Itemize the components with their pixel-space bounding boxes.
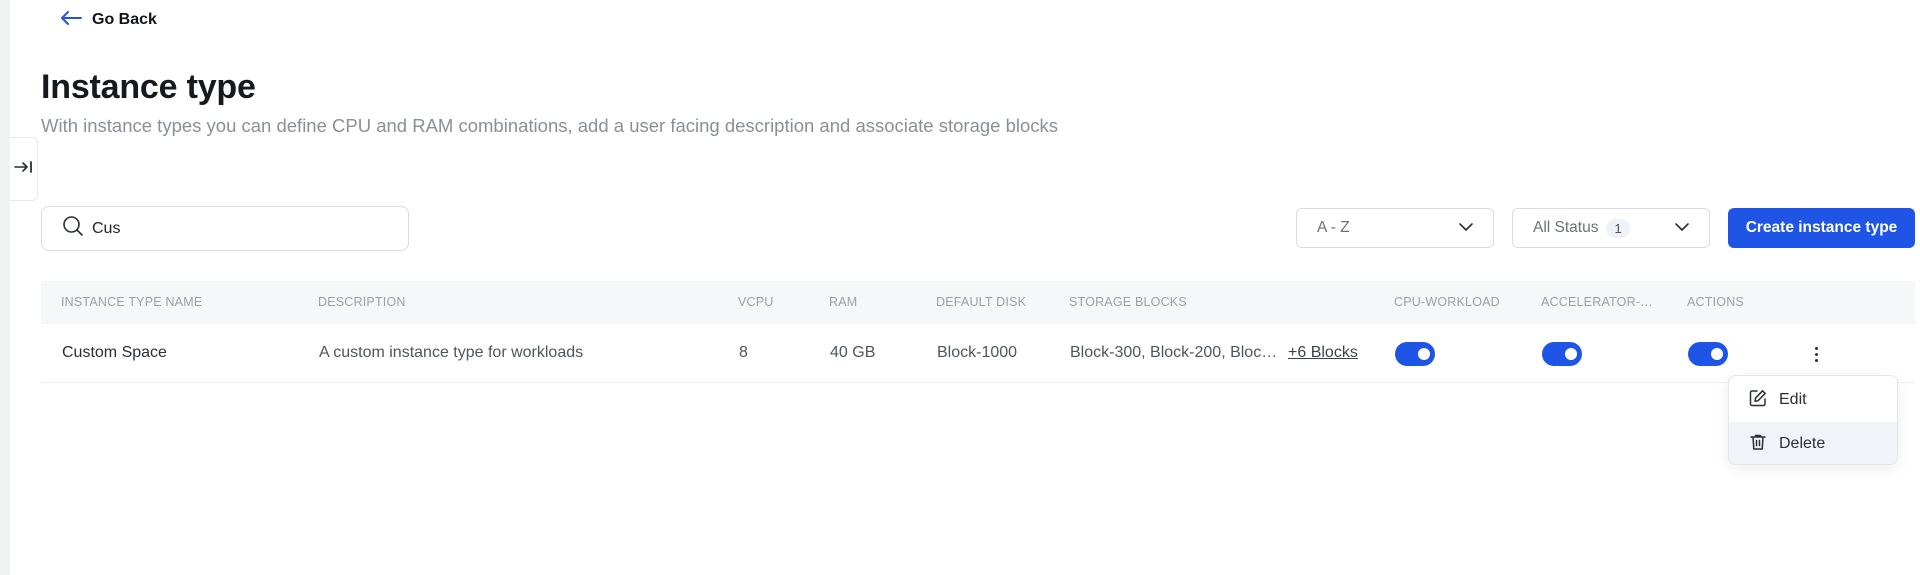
column-header-vcpu: VCPU [738, 295, 774, 309]
search-input[interactable] [92, 219, 382, 238]
column-header-default-disk: DEFAULT DISK [936, 295, 1027, 309]
page-title: Instance type [41, 68, 256, 106]
edit-icon [1749, 389, 1767, 412]
column-header-ram: RAM [829, 295, 858, 309]
create-instance-type-button[interactable]: Create instance type [1728, 208, 1915, 248]
accelerator-toggle[interactable] [1542, 342, 1582, 366]
chevron-down-icon [1459, 219, 1473, 237]
more-blocks-link[interactable]: +6 Blocks [1288, 344, 1358, 362]
expand-sidebar-icon [13, 159, 34, 180]
sort-select[interactable]: A - Z [1296, 208, 1494, 248]
status-filter-label: All Status [1533, 219, 1599, 236]
cell-vcpu: 8 [739, 344, 748, 361]
cell-default-disk: Block-1000 [937, 344, 1018, 361]
go-back-link[interactable]: Go Back [60, 8, 157, 32]
back-arrow-icon [60, 10, 82, 31]
status-filter-select[interactable]: All Status 1 [1512, 208, 1710, 248]
go-back-label: Go Back [92, 11, 157, 28]
cpu-workload-toggle[interactable] [1395, 342, 1435, 366]
search-box[interactable] [41, 206, 409, 251]
chevron-down-icon [1675, 219, 1689, 237]
column-header-storage-blocks: STORAGE BLOCKS [1069, 295, 1187, 309]
more-vertical-icon[interactable] [1804, 340, 1828, 368]
search-icon [62, 215, 84, 242]
cell-ram: 40 GB [830, 344, 876, 361]
table-row[interactable]: Custom Space A custom instance type for … [41, 324, 1915, 383]
column-header-name: INSTANCE TYPE NAME [61, 295, 203, 309]
menu-item-edit[interactable]: Edit [1729, 378, 1897, 422]
menu-item-edit-label: Edit [1779, 391, 1807, 408]
actions-enabled-toggle[interactable] [1688, 342, 1728, 366]
column-header-actions: ACTIONS [1687, 295, 1744, 309]
status-filter-count-badge: 1 [1606, 218, 1630, 238]
expand-sidebar-button[interactable] [10, 137, 38, 201]
menu-item-delete-label: Delete [1779, 435, 1826, 452]
column-header-description: DESCRIPTION [318, 295, 406, 309]
column-header-cpu-workload: CPU-WORKLOAD [1394, 295, 1500, 309]
menu-item-delete[interactable]: Delete [1729, 422, 1897, 464]
trash-icon [1749, 433, 1767, 456]
row-actions-menu: Edit Delete [1728, 375, 1898, 465]
cell-instance-name: Custom Space [62, 344, 167, 361]
column-header-accelerator: ACCELERATOR-… [1541, 295, 1653, 309]
cell-description: A custom instance type for workloads [319, 344, 584, 361]
cell-storage-blocks: Block-300, Block-200, Block-100 [1070, 344, 1278, 361]
left-rail [0, 0, 10, 575]
sort-select-value: A - Z [1317, 219, 1350, 236]
table-header: INSTANCE TYPE NAME DESCRIPTION VCPU RAM … [41, 281, 1915, 324]
status-filter-value: All Status 1 [1533, 218, 1630, 238]
page-subtitle: With instance types you can define CPU a… [41, 115, 1059, 136]
